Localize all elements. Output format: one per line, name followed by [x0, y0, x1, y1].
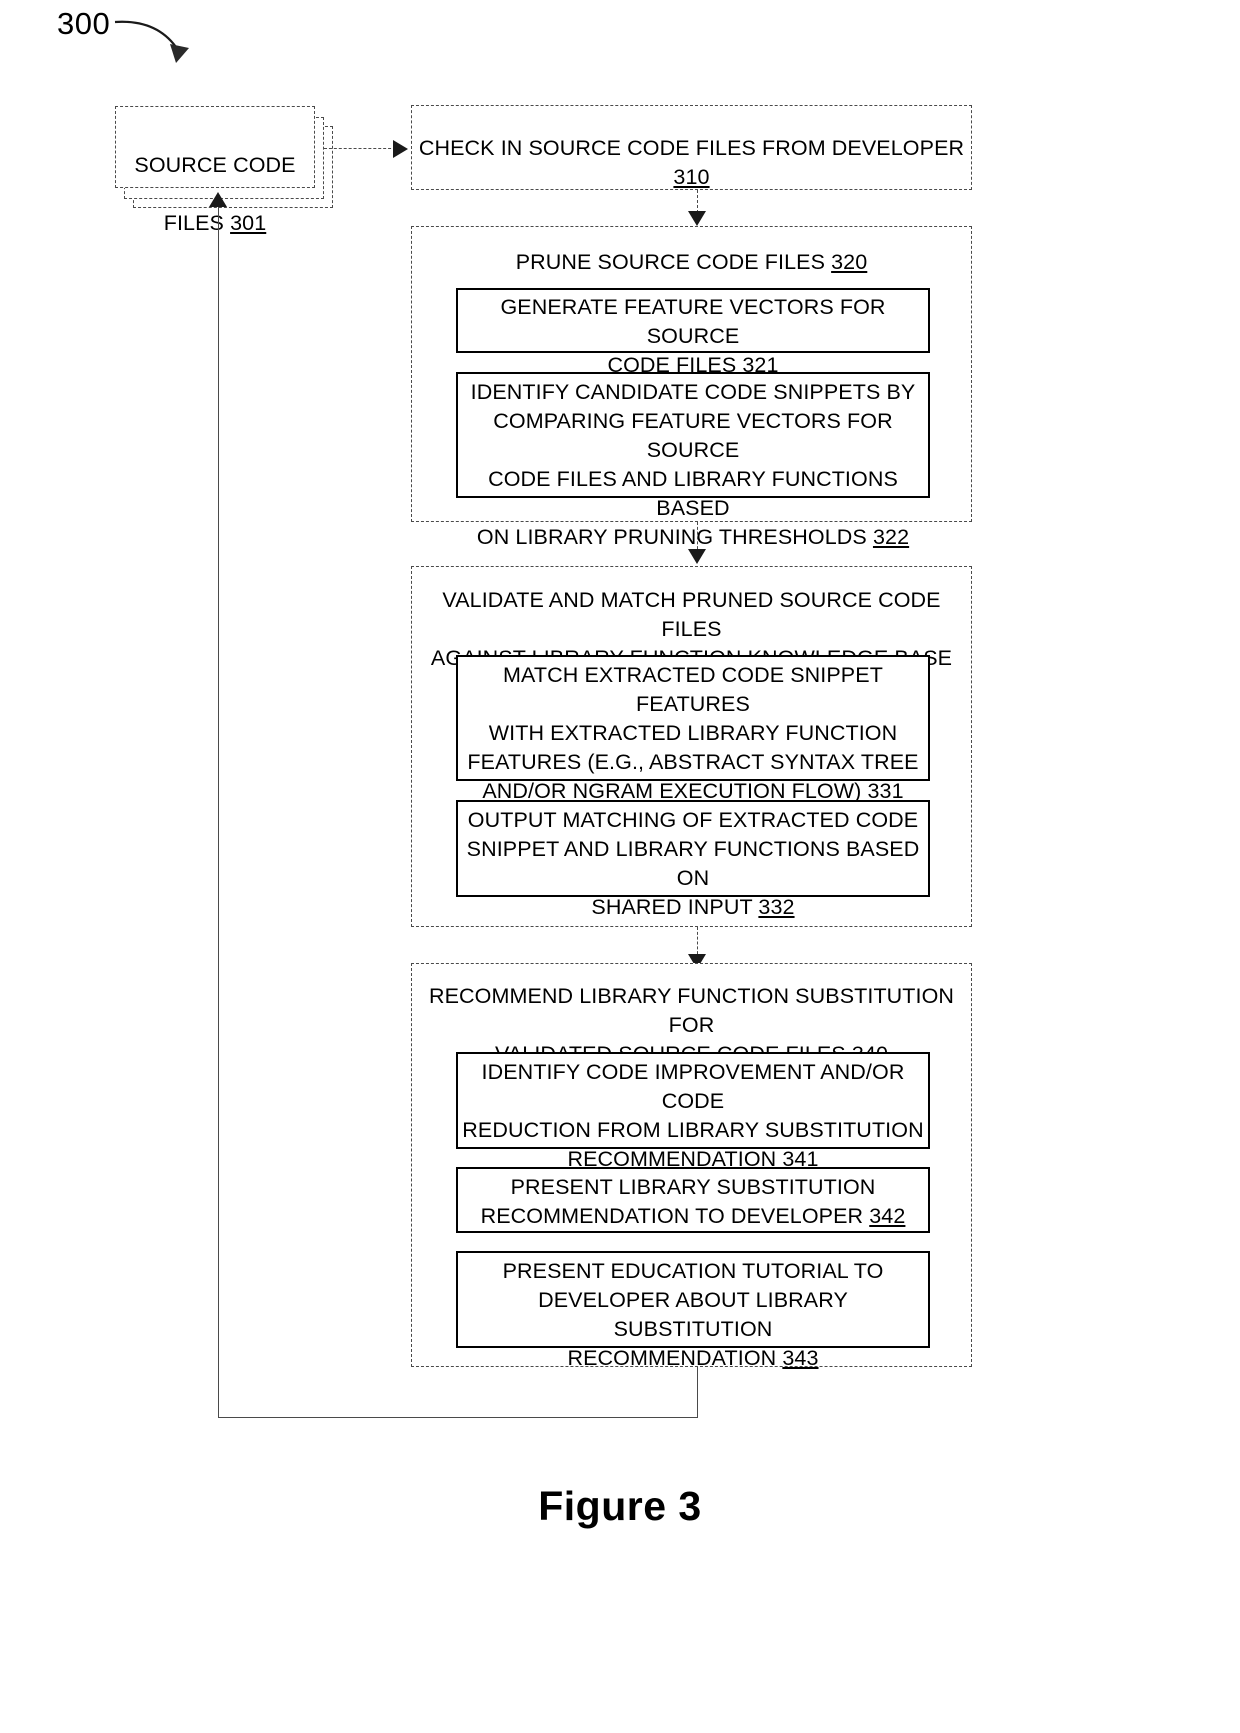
- generate-feature-vectors-node[interactable]: GENERATE FEATURE VECTORS FOR SOURCE CODE…: [456, 288, 930, 377]
- output-matching-label: OUTPUT MATCHING OF EXTRACTED CODE SNIPPE…: [458, 806, 928, 922]
- match-extracted-features-label: MATCH EXTRACTED CODE SNIPPET FEATURES WI…: [458, 661, 928, 806]
- check-in-text: CHECK IN SOURCE CODE FILES FROM DEVELOPE…: [418, 136, 965, 160]
- check-in-label: CHECK IN SOURCE CODE FILES FROM DEVELOPE…: [412, 134, 971, 192]
- source-files-line1: SOURCE CODE: [134, 153, 296, 177]
- source-files-ref: 301: [230, 211, 267, 235]
- figure-reference-number: 300: [57, 6, 111, 41]
- present-recommendation-node[interactable]: PRESENT LIBRARY SUBSTITUTION RECOMMENDAT…: [456, 1167, 930, 1233]
- prune-ref: 320: [831, 250, 868, 274]
- lead-line-arrow-icon: [114, 20, 189, 63]
- output-matching-node[interactable]: OUTPUT MATCHING OF EXTRACTED CODE SNIPPE…: [456, 800, 930, 919]
- prune-text: PRUNE SOURCE CODE FILES: [515, 250, 832, 274]
- patent-flowchart-figure: 300 SOURCE CODE FILES 301 CHECK IN SOURC…: [0, 0, 1240, 1733]
- identify-candidate-snippets-node[interactable]: IDENTIFY CANDIDATE CODE SNIPPETS BY COMP…: [456, 372, 930, 549]
- feedback-connector-up: [218, 205, 219, 1418]
- present-recommendation-label: PRESENT LIBRARY SUBSTITUTION RECOMMENDAT…: [458, 1173, 928, 1231]
- present-tutorial-node[interactable]: PRESENT EDUCATION TUTORIAL TO DEVELOPER …: [456, 1251, 930, 1370]
- feedback-connector-horizontal: [218, 1417, 698, 1418]
- present-tutorial-label: PRESENT EDUCATION TUTORIAL TO DEVELOPER …: [458, 1257, 928, 1373]
- present-recommendation-ref: 342: [869, 1204, 906, 1228]
- arrowhead-prune-to-validate-icon: [688, 549, 706, 564]
- output-matching-text: OUTPUT MATCHING OF EXTRACTED CODE SNIPPE…: [466, 808, 920, 919]
- identify-code-improvement-label: IDENTIFY CODE IMPROVEMENT AND/OR CODE RE…: [458, 1058, 928, 1174]
- identify-code-improvement-text: IDENTIFY CODE IMPROVEMENT AND/OR CODE RE…: [462, 1060, 924, 1171]
- identify-candidate-snippets-ref: 322: [872, 525, 910, 549]
- output-matching-ref: 332: [758, 895, 795, 919]
- source-code-files-label: SOURCE CODE FILES 301: [116, 122, 314, 238]
- connector-source-to-checkin: [324, 148, 396, 149]
- present-tutorial-text: PRESENT EDUCATION TUTORIAL TO DEVELOPER …: [502, 1259, 884, 1370]
- source-files-line2: FILES: [163, 211, 231, 235]
- arrowhead-feedback-to-source-icon: [209, 192, 227, 207]
- generate-feature-vectors-text: GENERATE FEATURE VECTORS FOR SOURCE CODE…: [500, 295, 886, 377]
- figure-caption: Figure 3: [538, 1483, 702, 1529]
- feedback-connector-down: [697, 1367, 698, 1418]
- present-tutorial-ref: 343: [782, 1346, 819, 1370]
- recommend-node[interactable]: RECOMMEND LIBRARY FUNCTION SUBSTITUTION …: [411, 963, 972, 1370]
- prune-label: PRUNE SOURCE CODE FILES 320: [412, 248, 971, 277]
- identify-candidate-snippets-label: IDENTIFY CANDIDATE CODE SNIPPETS BY COMP…: [458, 378, 928, 552]
- identify-code-improvement-node[interactable]: IDENTIFY CODE IMPROVEMENT AND/OR CODE RE…: [456, 1052, 930, 1171]
- source-code-files-node[interactable]: SOURCE CODE FILES 301: [115, 106, 315, 235]
- match-extracted-features-node[interactable]: MATCH EXTRACTED CODE SNIPPET FEATURES WI…: [456, 655, 930, 803]
- present-recommendation-text: PRESENT LIBRARY SUBSTITUTION RECOMMENDAT…: [480, 1175, 876, 1228]
- arrowhead-checkin-to-prune-icon: [688, 211, 706, 226]
- match-extracted-features-text: MATCH EXTRACTED CODE SNIPPET FEATURES WI…: [467, 663, 919, 803]
- arrowhead-source-to-checkin-icon: [393, 140, 408, 158]
- prune-node[interactable]: PRUNE SOURCE CODE FILES 320 GENERATE FEA…: [411, 226, 972, 549]
- validate-match-node[interactable]: VALIDATE AND MATCH PRUNED SOURCE CODE FI…: [411, 566, 972, 927]
- check-in-ref: 310: [673, 165, 710, 189]
- identify-candidate-snippets-text: IDENTIFY CANDIDATE CODE SNIPPETS BY COMP…: [470, 380, 916, 549]
- check-in-node[interactable]: CHECK IN SOURCE CODE FILES FROM DEVELOPE…: [411, 105, 972, 190]
- generate-feature-vectors-label: GENERATE FEATURE VECTORS FOR SOURCE CODE…: [458, 293, 928, 380]
